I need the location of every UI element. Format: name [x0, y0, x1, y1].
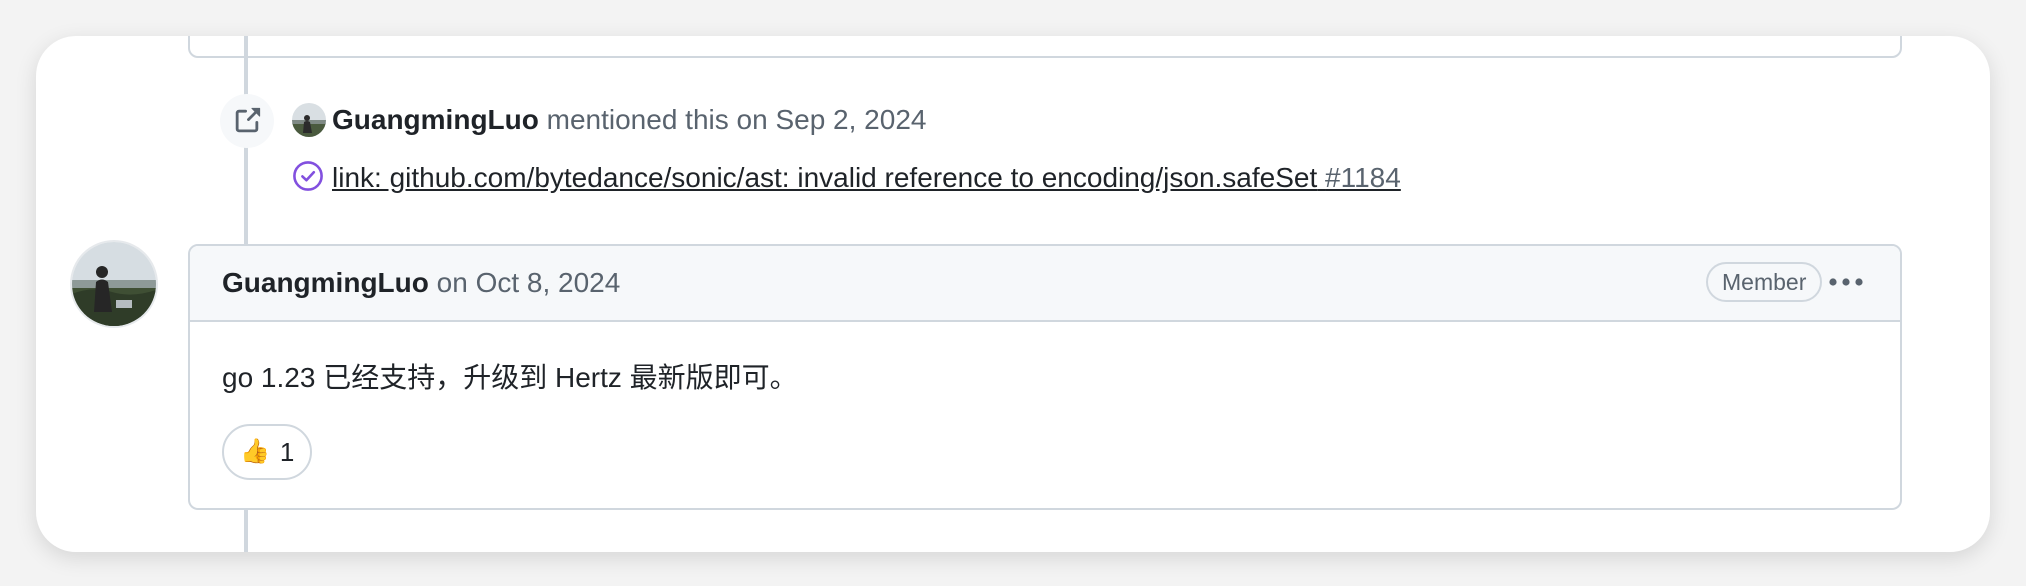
timeline-card: GuangmingLuo mentioned this on Sep 2, 20… [36, 36, 1990, 552]
comment-author-avatar[interactable] [72, 242, 156, 326]
reaction-thumbs-up[interactable]: 👍 1 [222, 424, 313, 480]
member-badge: Member [1706, 262, 1823, 302]
previous-comment-edge [188, 36, 1902, 58]
thumbs-up-icon: 👍 [240, 438, 270, 465]
comment-author-name[interactable]: GuangmingLuo [222, 267, 429, 298]
mention-author-name[interactable]: GuangmingLuo [332, 104, 539, 135]
comment-box: GuangmingLuo on Oct 8, 2024 Member go 1.… [188, 244, 1902, 510]
mention-action: mentioned this [546, 104, 729, 135]
reference-link[interactable]: link: github.com/bytedance/sonic/ast: in… [332, 158, 1401, 198]
reference-row: link: github.com/bytedance/sonic/ast: in… [292, 158, 1401, 198]
mention-date[interactable]: on Sep 2, 2024 [737, 104, 927, 135]
comment-header: GuangmingLuo on Oct 8, 2024 Member [190, 246, 1900, 322]
comment-body: go 1.23 已经支持，升级到 Hertz 最新版即可。 [222, 362, 798, 393]
reaction-count: 1 [279, 436, 295, 467]
reference-number[interactable]: #1184 [1325, 162, 1401, 193]
comment-meta: GuangmingLuo on Oct 8, 2024 [222, 263, 620, 303]
cross-reference-icon [220, 94, 274, 148]
kebab-menu-icon[interactable] [1826, 266, 1866, 298]
mention-author-avatar[interactable] [292, 103, 326, 137]
comment-date[interactable]: on Oct 8, 2024 [437, 267, 621, 298]
mention-header: GuangmingLuo mentioned this on Sep 2, 20… [332, 100, 926, 140]
reference-title[interactable]: link: github.com/bytedance/sonic/ast: in… [332, 162, 1317, 193]
check-circle-icon [292, 160, 324, 197]
